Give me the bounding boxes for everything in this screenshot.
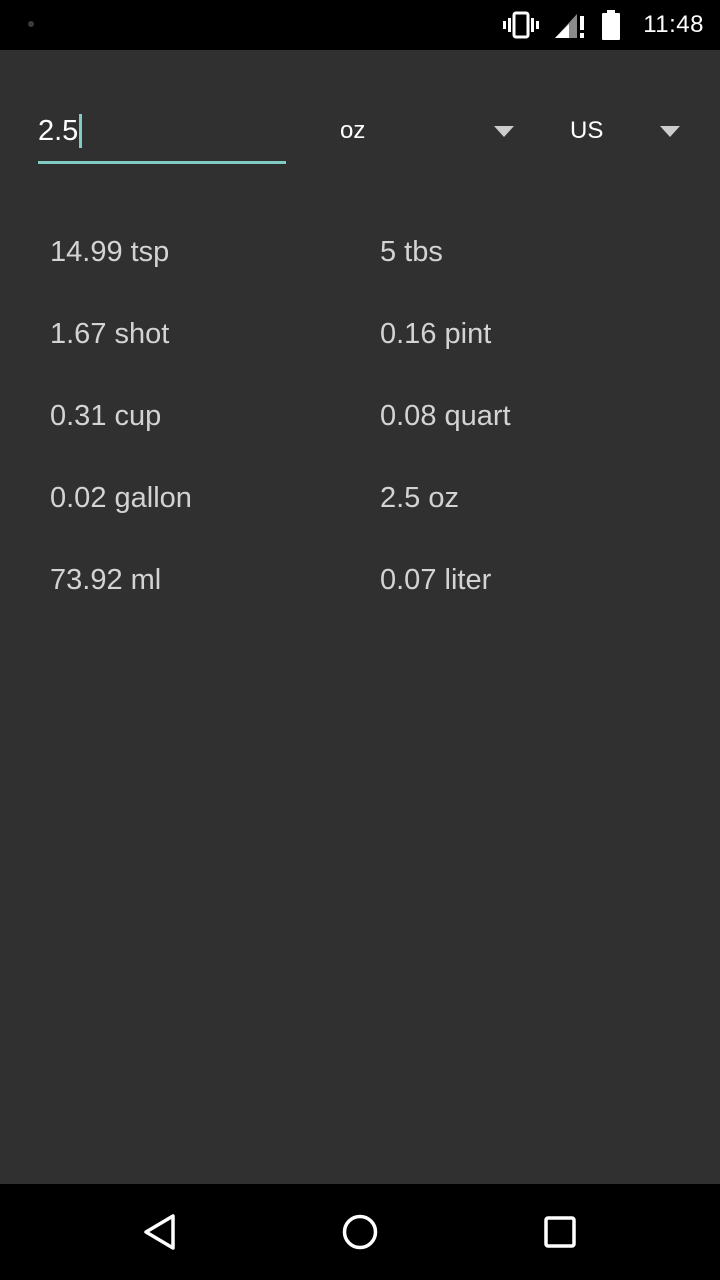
result-tbs: 5 tbs (380, 236, 443, 268)
result-gallon: 0.02 gallon (50, 482, 192, 514)
signal-icon (553, 10, 587, 40)
amount-value: 2.5 (38, 115, 79, 147)
dropdown-arrow-icon (660, 125, 680, 137)
status-bar: 11:48 (0, 0, 720, 50)
status-icons: 11:48 (503, 0, 704, 50)
result-shot: 1.67 shot (50, 318, 170, 350)
result-cup: 0.31 cup (50, 400, 162, 432)
converter-screen: 2.5 oz US 14.99 tsp 5 tbs 1.67 shot 0.16… (0, 50, 720, 1184)
result-tsp: 14.99 tsp (50, 236, 170, 268)
recents-icon[interactable] (536, 1208, 584, 1256)
text-cursor (79, 114, 83, 148)
home-icon[interactable] (336, 1208, 384, 1256)
navigation-bar (0, 1184, 720, 1280)
measurement-system-dropdown[interactable]: US (570, 106, 680, 156)
system-dropdown-value: US (570, 117, 604, 144)
result-liter: 0.07 liter (380, 564, 492, 596)
unit-dropdown[interactable]: oz (340, 106, 514, 156)
back-icon[interactable] (136, 1208, 184, 1256)
vibrate-icon (503, 11, 540, 39)
result-pint: 0.16 pint (380, 318, 492, 350)
conversion-results: 14.99 tsp 5 tbs 1.67 shot 0.16 pint 0.31… (50, 210, 690, 620)
notification-dot-icon (28, 21, 34, 27)
amount-input-text[interactable]: 2.5 (38, 114, 83, 148)
unit-dropdown-value: oz (340, 117, 366, 144)
clock: 11:48 (643, 11, 704, 38)
result-oz: 2.5 oz (380, 482, 459, 514)
battery-icon (601, 10, 621, 40)
dropdown-arrow-icon (494, 125, 514, 137)
result-ml: 73.92 ml (50, 564, 162, 596)
result-quart: 0.08 quart (380, 400, 511, 432)
amount-input[interactable]: 2.5 (38, 106, 286, 164)
